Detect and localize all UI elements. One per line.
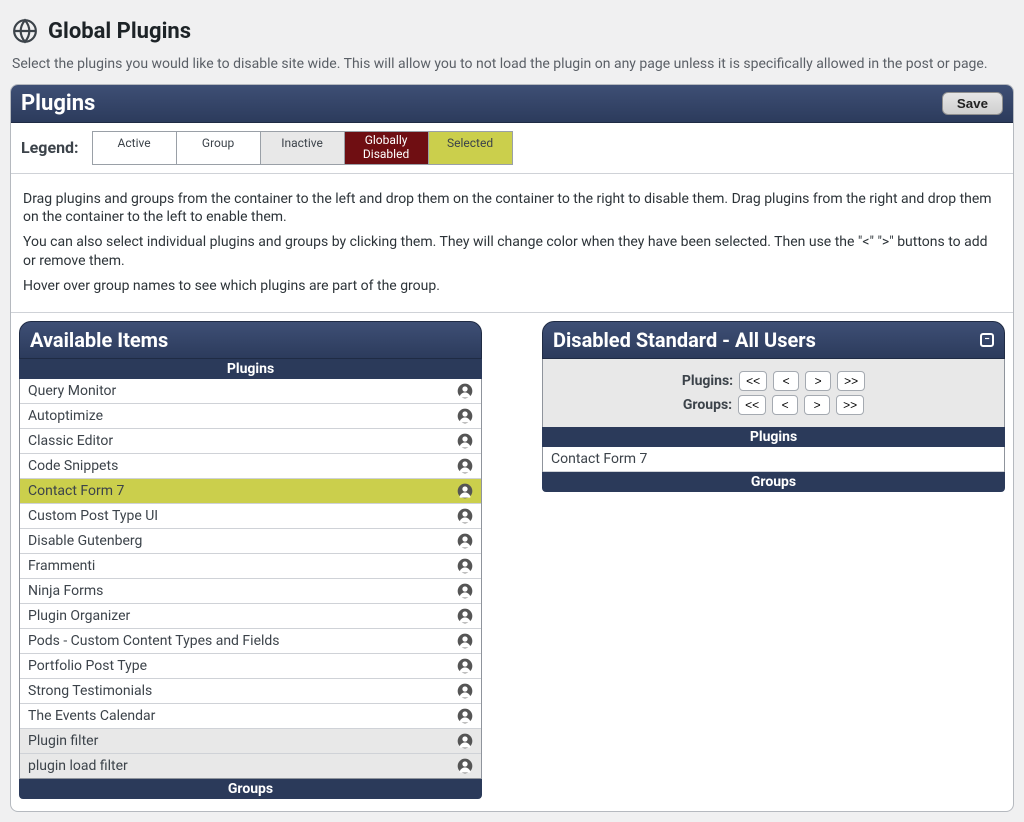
list-item-label: Autoptimize (28, 408, 103, 424)
plugins-left-button[interactable]: < (773, 371, 799, 391)
available-title: Available Items (30, 328, 168, 352)
list-item[interactable]: Ninja Forms (20, 579, 481, 604)
list-item-label: Portfolio Post Type (28, 658, 147, 674)
collapse-icon[interactable]: − (980, 333, 994, 347)
list-item[interactable]: Portfolio Post Type (20, 654, 481, 679)
user-icon[interactable] (457, 483, 473, 499)
list-item-label: Contact Form 7 (551, 451, 647, 467)
available-plugins-bar: Plugins (19, 359, 482, 379)
groups-left-button[interactable]: < (772, 395, 798, 415)
list-item-label: Code Snippets (28, 458, 118, 474)
available-groups-bar: Groups (19, 779, 482, 799)
groups-right-button[interactable]: > (804, 395, 830, 415)
panel-title: Plugins (21, 91, 95, 116)
plugins-move-label: Plugins: (682, 373, 733, 389)
list-item[interactable]: plugin load filter (20, 754, 481, 778)
list-item-label: Classic Editor (28, 433, 113, 449)
list-item[interactable]: Classic Editor (20, 429, 481, 454)
user-icon[interactable] (457, 758, 473, 774)
user-icon[interactable] (457, 508, 473, 524)
list-item-label: Strong Testimonials (28, 683, 152, 699)
list-item[interactable]: Query Monitor (20, 379, 481, 404)
legend-boxes: Active Group Inactive Globally Disabled … (93, 131, 513, 165)
legend-label: Legend: (21, 138, 79, 157)
list-item[interactable]: Code Snippets (20, 454, 481, 479)
plugins-panel: Plugins Save Legend: Active Group Inacti… (10, 84, 1014, 812)
list-item-label: plugin load filter (28, 758, 128, 774)
list-item-label: Ninja Forms (28, 583, 103, 599)
legend-globally-disabled: Globally Disabled (344, 131, 429, 165)
disabled-plugins-bar: Plugins (542, 427, 1005, 447)
legend-inactive: Inactive (260, 131, 345, 165)
list-item[interactable]: Frammenti (20, 554, 481, 579)
help-p3: Hover over group names to see which plug… (23, 277, 1001, 296)
list-item[interactable]: Autoptimize (20, 404, 481, 429)
user-icon[interactable] (457, 633, 473, 649)
legend-group: Group (176, 131, 261, 165)
disabled-column: Disabled Standard - All Users − Plugins:… (542, 321, 1005, 492)
helper-text: Drag plugins and groups from the contain… (11, 174, 1013, 313)
available-list[interactable]: Query Monitor Autoptimize Classic Editor Co… (19, 379, 482, 779)
groups-move-row: Groups: << < > >> (553, 395, 994, 415)
disabled-list[interactable]: Contact Form 7 (542, 447, 1005, 472)
panel-header: Plugins Save (11, 85, 1013, 123)
list-item-label: Plugin filter (28, 733, 98, 749)
available-header: Available Items (19, 321, 482, 359)
user-icon[interactable] (457, 683, 473, 699)
user-icon[interactable] (457, 658, 473, 674)
disabled-header: Disabled Standard - All Users − (542, 321, 1005, 359)
user-icon[interactable] (457, 558, 473, 574)
plugins-all-left-button[interactable]: << (739, 371, 767, 391)
legend-active: Active (92, 131, 177, 165)
list-item-label: Pods - Custom Content Types and Fields (28, 633, 280, 649)
list-item[interactable]: The Events Calendar (20, 704, 481, 729)
user-icon[interactable] (457, 533, 473, 549)
list-item-label: Contact Form 7 (28, 483, 124, 499)
help-p1: Drag plugins and groups from the contain… (23, 190, 1001, 228)
disabled-groups-bar: Groups (542, 472, 1005, 492)
disabled-title: Disabled Standard - All Users (553, 328, 816, 352)
groups-move-label: Groups: (683, 397, 732, 413)
globe-icon (12, 18, 38, 44)
user-icon[interactable] (457, 708, 473, 724)
list-item[interactable]: Contact Form 7 (20, 479, 481, 504)
list-item[interactable]: Pods - Custom Content Types and Fields (20, 629, 481, 654)
groups-all-right-button[interactable]: >> (836, 395, 864, 415)
legend-selected: Selected (428, 131, 513, 165)
user-icon[interactable] (457, 608, 473, 624)
move-panel: Plugins: << < > >> Groups: << < > >> (542, 359, 1005, 427)
user-icon[interactable] (457, 733, 473, 749)
list-item[interactable]: Contact Form 7 (543, 447, 1004, 472)
columns: Available Items Plugins Query Monitor Aut… (11, 313, 1013, 807)
plugins-move-row: Plugins: << < > >> (553, 371, 994, 391)
list-item[interactable]: Disable Gutenberg (20, 529, 481, 554)
save-button[interactable]: Save (942, 92, 1003, 115)
list-item-label: Custom Post Type UI (28, 508, 158, 524)
list-item[interactable]: Custom Post Type UI (20, 504, 481, 529)
user-icon[interactable] (457, 433, 473, 449)
list-item[interactable]: Strong Testimonials (20, 679, 481, 704)
page-title: Global Plugins (48, 19, 191, 44)
user-icon[interactable] (457, 458, 473, 474)
plugins-all-right-button[interactable]: >> (837, 371, 865, 391)
list-item-label: Disable Gutenberg (28, 533, 142, 549)
legend-row: Legend: Active Group Inactive Globally D… (11, 123, 1013, 174)
available-column: Available Items Plugins Query Monitor Aut… (19, 321, 482, 799)
page-header: Global Plugins (10, 10, 1014, 56)
list-item-label: Query Monitor (28, 383, 116, 399)
plugins-right-button[interactable]: > (805, 371, 831, 391)
list-item-label: The Events Calendar (28, 708, 155, 724)
list-item-label: Frammenti (28, 558, 95, 574)
groups-all-left-button[interactable]: << (738, 395, 766, 415)
intro-text: Select the plugins you would like to dis… (10, 56, 1014, 84)
user-icon[interactable] (457, 383, 473, 399)
list-item-label: Plugin Organizer (28, 608, 130, 624)
list-item[interactable]: Plugin Organizer (20, 604, 481, 629)
user-icon[interactable] (457, 408, 473, 424)
help-p2: You can also select individual plugins a… (23, 233, 1001, 271)
list-item[interactable]: Plugin filter (20, 729, 481, 754)
user-icon[interactable] (457, 583, 473, 599)
